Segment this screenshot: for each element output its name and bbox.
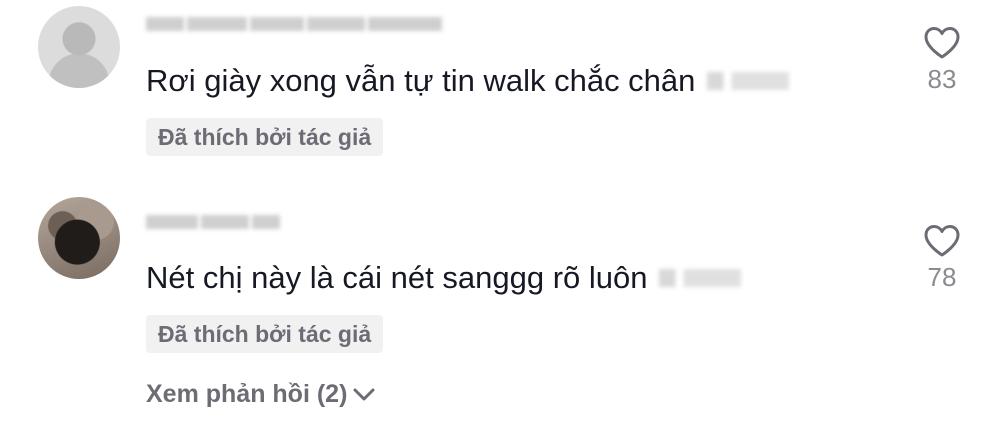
liked-by-creator-badge: Đã thích bởi tác giả [146, 118, 384, 156]
chevron-down-icon [353, 388, 375, 400]
timestamp-blurred [659, 269, 742, 287]
like-count: 78 [927, 262, 957, 292]
comment-text-content: Nét chị này là cái nét sanggg rõ luôn [146, 260, 648, 295]
username-blurred[interactable] [146, 14, 442, 34]
view-replies-label: Xem phản hồi (2) [146, 380, 348, 408]
comment-text: Rơi giày xong vẫn tự tin walk chắc chân [146, 62, 790, 100]
username-blurred[interactable] [146, 212, 280, 232]
timestamp-blurred [707, 72, 790, 90]
comment-text: Nét chị này là cái nét sanggg rõ luôn [146, 259, 742, 297]
avatar[interactable] [38, 197, 120, 279]
heart-outline-icon[interactable] [923, 224, 961, 258]
like-control[interactable]: 78 [912, 224, 972, 293]
liked-badge-label: Đã thích bởi tác giả [158, 320, 372, 347]
like-count: 83 [927, 64, 957, 94]
avatar[interactable] [38, 6, 120, 88]
comment-text-content: Rơi giày xong vẫn tự tin walk chắc chân [146, 63, 696, 98]
liked-by-creator-badge: Đã thích bởi tác giả [146, 315, 384, 353]
view-replies-button[interactable]: Xem phản hồi (2) [146, 380, 377, 409]
heart-outline-icon[interactable] [923, 26, 961, 60]
liked-badge-label: Đã thích bởi tác giả [158, 123, 372, 150]
like-control[interactable]: 83 [912, 26, 972, 95]
